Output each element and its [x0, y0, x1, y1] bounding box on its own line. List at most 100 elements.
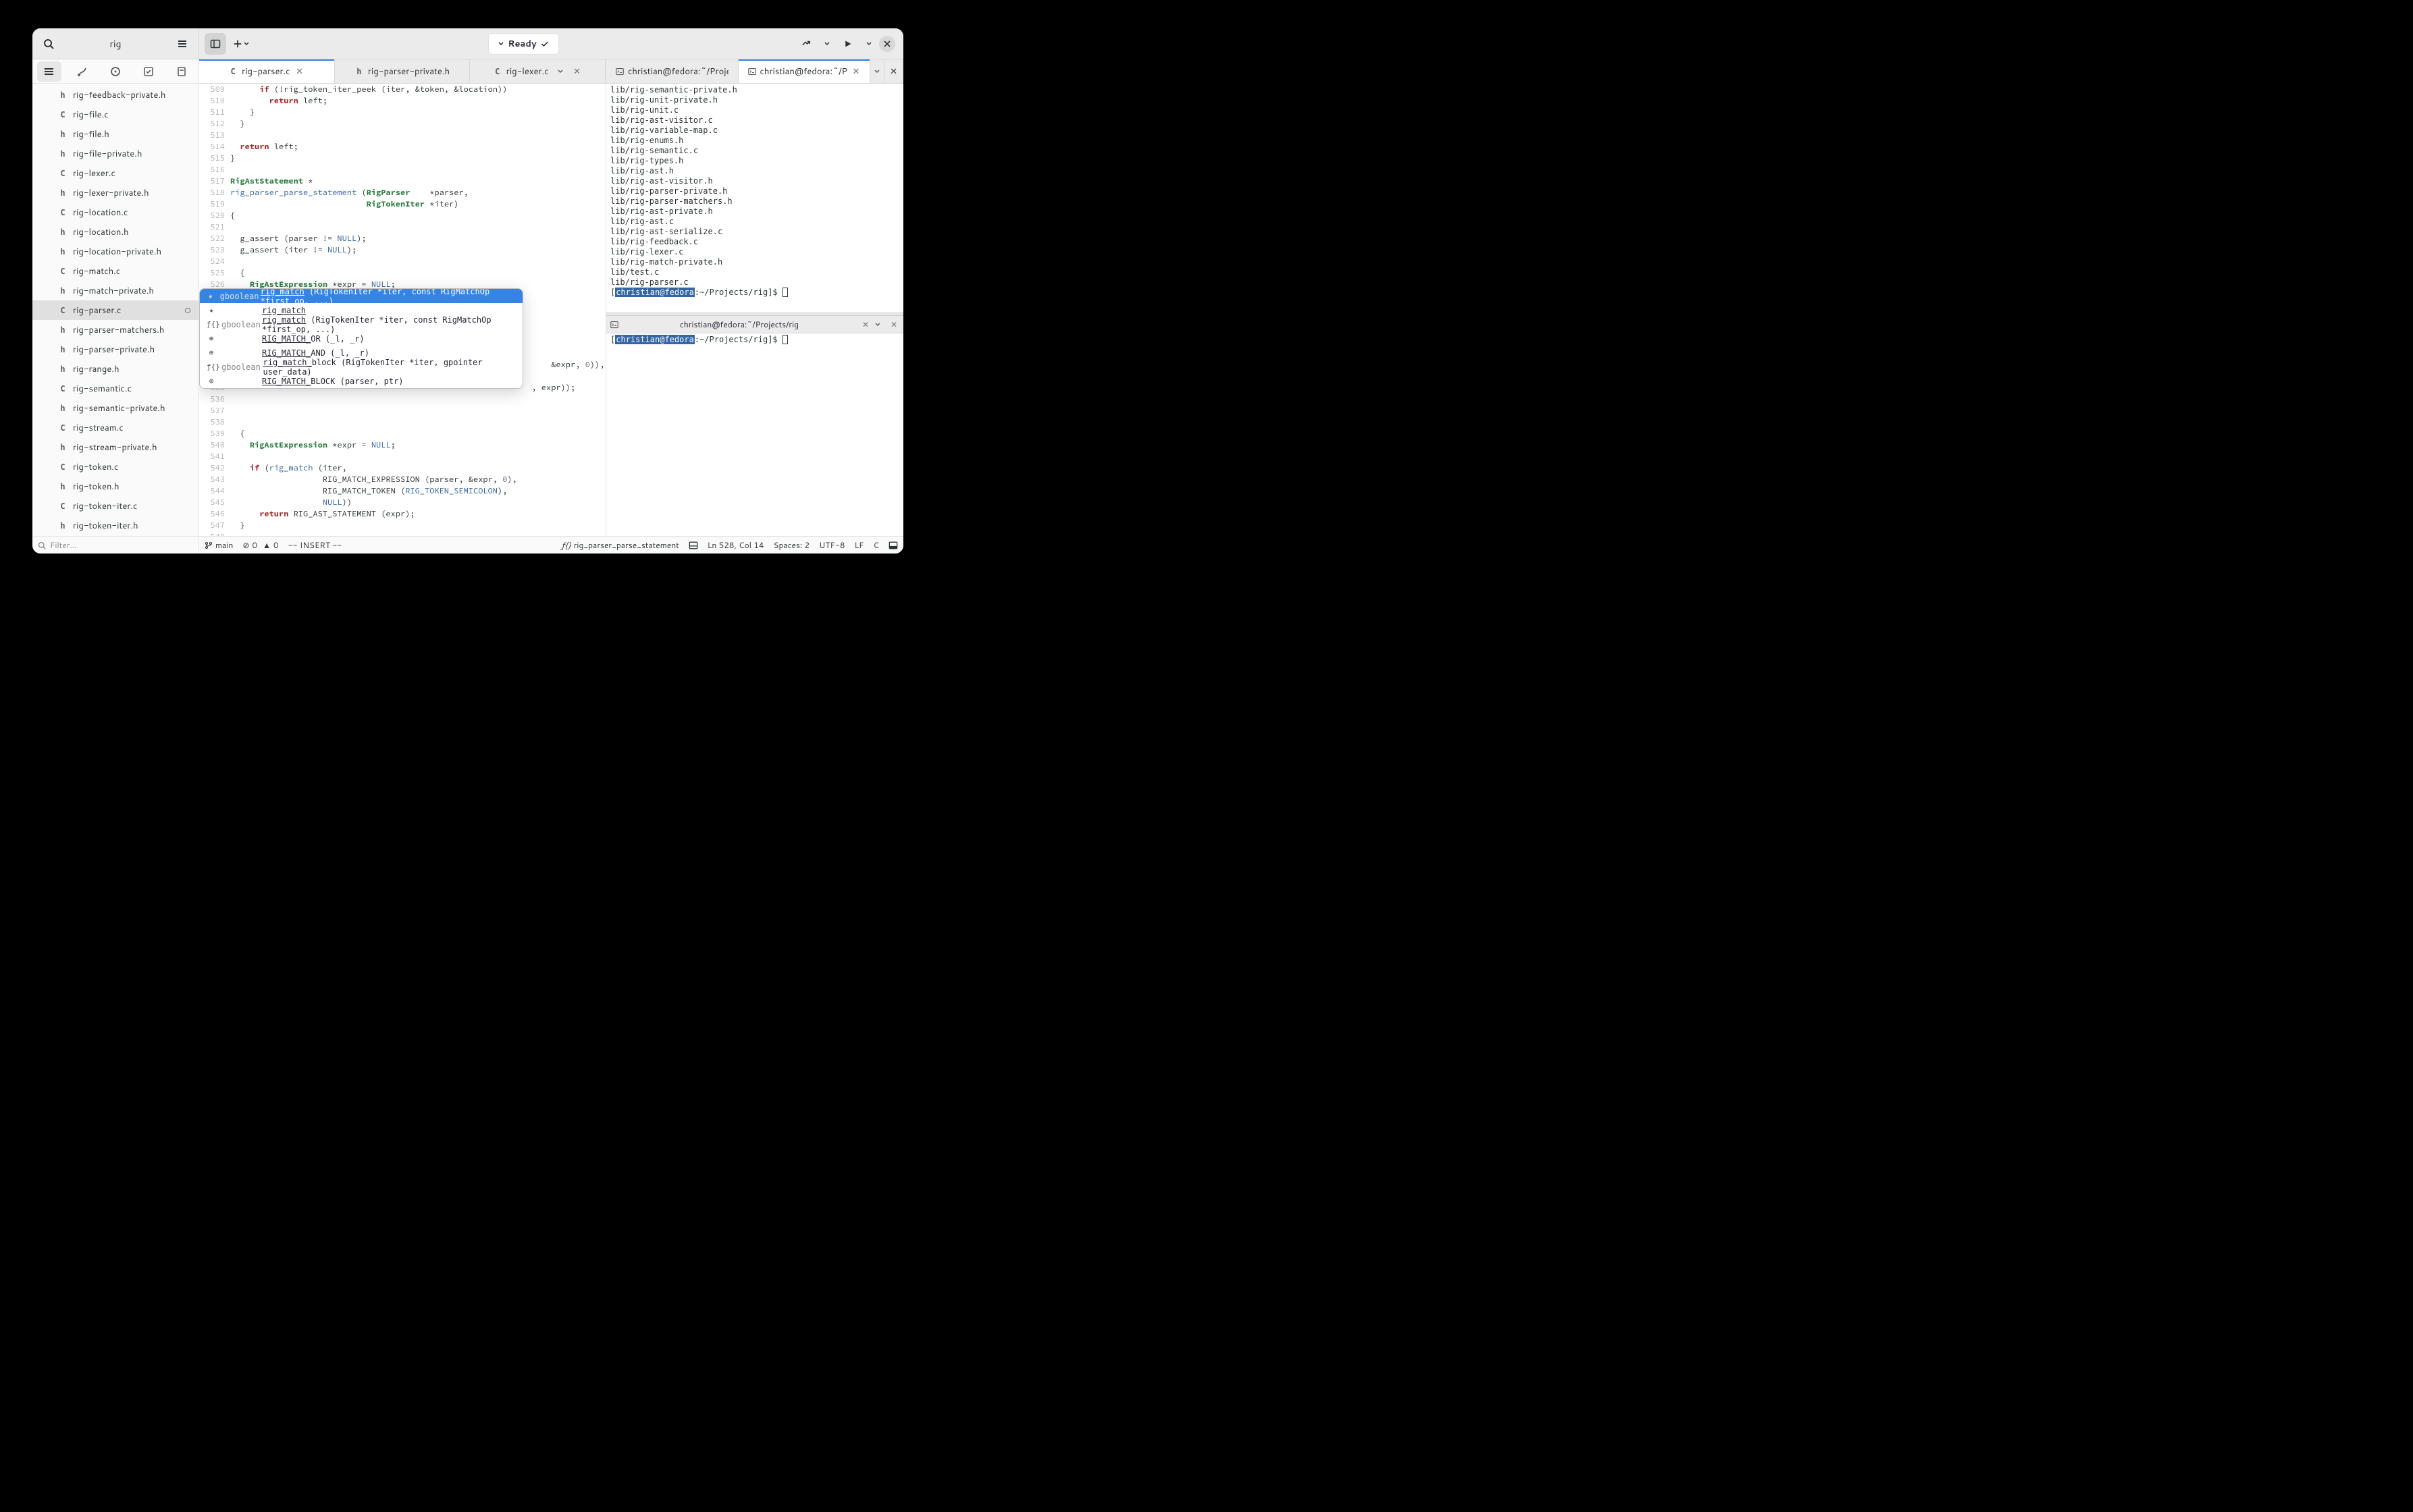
- filetype-icon: h: [58, 364, 68, 374]
- build-menu-icon[interactable]: [821, 33, 833, 55]
- run-menu-icon[interactable]: [863, 33, 875, 55]
- close-icon[interactable]: ✕: [572, 66, 583, 77]
- terminal-tab[interactable]: christian@fedora:~/Projects/rig: [606, 59, 739, 83]
- file-item[interactable]: Crig-match.c: [32, 261, 198, 281]
- completion-kind-icon: ⊕: [207, 334, 216, 343]
- file-item[interactable]: hrig-token.h: [32, 477, 198, 496]
- filetype-icon: h: [58, 325, 68, 335]
- file-item[interactable]: hrig-feedback-private.h: [32, 85, 198, 105]
- language[interactable]: C: [873, 539, 879, 551]
- close-panel-icon[interactable]: ✕: [884, 59, 903, 83]
- file-item[interactable]: Crig-location.c: [32, 202, 198, 222]
- tab-label: rig-lexer.c: [506, 65, 549, 78]
- toggle-bottom-panel-button[interactable]: [889, 541, 898, 550]
- file-item[interactable]: hrig-match-private.h: [32, 281, 198, 300]
- file-item[interactable]: Crig-file.c: [32, 105, 198, 124]
- editor-tab[interactable]: Crig-parser.c✕: [199, 59, 335, 83]
- filetype-icon: C: [58, 208, 68, 217]
- filter-bar[interactable]: Filter…: [32, 536, 198, 554]
- chevron-down-icon[interactable]: [875, 322, 880, 327]
- close-icon[interactable]: ✕: [294, 66, 305, 77]
- terminal-tab-label[interactable]: christian@fedora:~/Projects/rig: [622, 319, 856, 330]
- file-item[interactable]: hrig-semantic-private.h: [32, 398, 198, 418]
- sidebar-tabs: [32, 59, 198, 84]
- file-item[interactable]: hrig-stream-private.h: [32, 437, 198, 457]
- editor-terminal-row: Crig-parser.c✕hrig-parser-private.h Crig-…: [199, 59, 903, 536]
- completion-item[interactable]: ★gbooleanrig_match (RigTokenIter *iter, …: [200, 289, 523, 303]
- file-item[interactable]: Crig-token.c: [32, 457, 198, 477]
- completion-item[interactable]: ƒ{}gbooleanrig_match_block (RigTokenIter…: [200, 360, 523, 374]
- hamburger-menu-icon[interactable]: [171, 33, 193, 55]
- file-name: rig-feedback-private.h: [73, 89, 166, 101]
- cursor-position[interactable]: Ln 528, Col 14: [708, 539, 764, 551]
- file-name: rig-parser.c: [73, 304, 121, 317]
- build-status-pill[interactable]: Ready: [488, 33, 558, 55]
- file-item[interactable]: h rig-range.h: [32, 359, 198, 379]
- terminal-2[interactable]: [christian@fedora:~/Projects/rig]$: [606, 333, 903, 536]
- branch-indicator[interactable]: main: [205, 539, 233, 551]
- file-name: rig-match.c: [73, 265, 120, 277]
- editor-tab[interactable]: hrig-parser-private.h: [335, 59, 471, 83]
- close-icon[interactable]: ✕: [852, 66, 860, 77]
- file-item[interactable]: Crig-token-iter.c: [32, 496, 198, 516]
- completion-kind-icon: ★: [207, 306, 216, 315]
- close-icon[interactable]: ✕: [860, 319, 871, 330]
- file-item[interactable]: hrig-file-private.h: [32, 144, 198, 163]
- file-item[interactable]: Crig-semantic.c: [32, 379, 198, 398]
- tab-label: christian@fedora:~/Projects/rig: [628, 65, 728, 78]
- file-item[interactable]: hrig-file.h: [32, 124, 198, 144]
- tab-label: christian@fedora:~/Projects: [760, 65, 848, 78]
- line-ending[interactable]: LF: [855, 539, 864, 551]
- todo-tab[interactable]: [136, 61, 161, 82]
- filetype-icon: h: [58, 247, 68, 256]
- terminal-tab[interactable]: christian@fedora:~/Projects ✕: [739, 59, 871, 83]
- file-item[interactable]: hrig-token-iter.h: [32, 516, 198, 535]
- toggle-panel-button[interactable]: [689, 541, 698, 550]
- run-button[interactable]: [837, 33, 859, 55]
- file-name: rig-token-iter.h: [73, 520, 138, 532]
- close-window-button[interactable]: [879, 36, 895, 52]
- filetype-icon: h: [58, 482, 68, 491]
- file-item[interactable]: hrig-parser-matchers.h: [32, 320, 198, 340]
- file-item[interactable]: hrig-location.h: [32, 222, 198, 242]
- symbol-path[interactable]: ƒ{} rig_parser_parse_statement: [562, 539, 679, 551]
- file-name: rig-file.h: [73, 128, 109, 140]
- file-name: rig-range.h: [73, 363, 120, 375]
- tab-dropdown-icon[interactable]: [553, 69, 568, 74]
- ide-window: rig Ready: [32, 28, 903, 554]
- file-tree[interactable]: hrig-feedback-private.hCrig-file.chrig-f…: [32, 84, 198, 536]
- diagnostics[interactable]: ⊘0 ▲0: [242, 539, 278, 551]
- debug-tab[interactable]: [103, 61, 128, 82]
- file-name: rig-file-private.h: [73, 148, 142, 160]
- close-panel-icon[interactable]: ✕: [889, 319, 899, 330]
- search-icon[interactable]: [38, 33, 59, 55]
- build-button[interactable]: [795, 33, 817, 55]
- completion-kind-icon: ★: [207, 292, 215, 300]
- terminal-1[interactable]: lib/rig-semantic-private.h lib/rig-unit-…: [606, 84, 903, 313]
- project-search-input[interactable]: rig: [63, 37, 167, 51]
- tests-tab[interactable]: [169, 61, 194, 82]
- encoding[interactable]: UTF-8: [819, 539, 845, 551]
- filetype-icon: C: [58, 384, 68, 394]
- editor-tab[interactable]: Crig-lexer.c✕: [470, 59, 606, 83]
- filetype-icon: C: [228, 67, 238, 76]
- vcs-tab[interactable]: [70, 61, 95, 82]
- completion-item[interactable]: ƒ{}gbooleanrig_match (RigTokenIter *iter…: [200, 317, 523, 331]
- completion-popup[interactable]: ★gbooleanrig_match (RigTokenIter *iter, …: [199, 288, 523, 389]
- file-item[interactable]: Crig-stream.c: [32, 418, 198, 437]
- chevron-down-icon: [498, 41, 504, 47]
- toggle-sidebar-button[interactable]: [205, 33, 226, 55]
- file-item[interactable]: Crig-lexer.c: [32, 163, 198, 183]
- vim-mode: -- INSERT --: [288, 539, 342, 551]
- filetype-icon: C: [58, 462, 68, 472]
- new-button[interactable]: [230, 33, 252, 55]
- indent-setting[interactable]: Spaces: 2: [773, 539, 810, 551]
- file-item[interactable]: hrig-parser-private.h: [32, 340, 198, 359]
- file-item[interactable]: hrig-lexer-private.h: [32, 183, 198, 202]
- file-item[interactable]: hrig-location-private.h: [32, 242, 198, 261]
- file-item[interactable]: Crig-parser.c: [32, 300, 198, 320]
- project-tree-tab[interactable]: [37, 61, 61, 82]
- headerbar: rig Ready: [32, 28, 903, 59]
- tab-dropdown-icon[interactable]: [870, 59, 884, 83]
- sidebar: hrig-feedback-private.hCrig-file.chrig-f…: [32, 59, 199, 554]
